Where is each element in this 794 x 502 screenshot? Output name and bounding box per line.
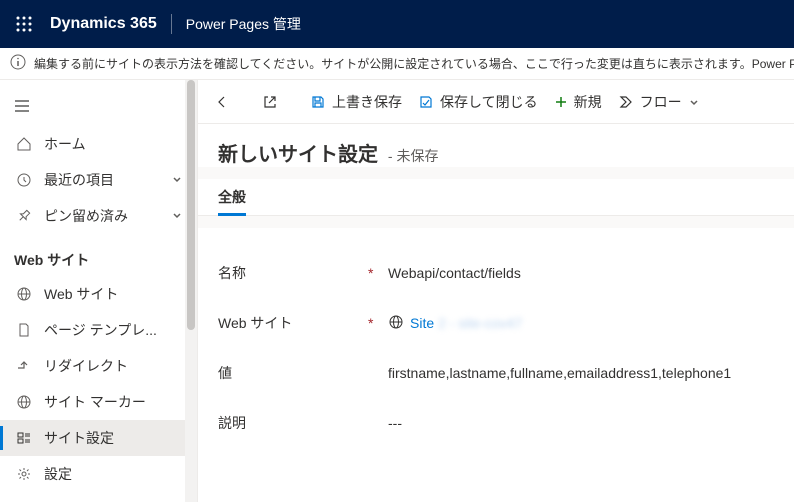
button-label: 上書き保存 <box>332 92 402 112</box>
nav-settings[interactable]: 設定 <box>0 456 197 492</box>
button-label: 保存して閉じる <box>440 92 538 112</box>
chevron-down-icon <box>688 96 700 108</box>
field-website[interactable]: Web サイト * Site 2 - site-cov47 <box>218 298 794 348</box>
top-bar: Dynamics 365 Power Pages 管理 <box>0 0 794 48</box>
back-button[interactable] <box>206 86 244 118</box>
sidebar: ホーム 最近の項目 ピン留め済み Web サイト Web サイト ページ テンプ… <box>0 80 198 502</box>
field-label: Web サイト <box>218 313 368 333</box>
page-subtitle: - 未保存 <box>388 148 439 164</box>
globe-icon <box>388 314 404 333</box>
info-icon <box>10 54 26 73</box>
sidebar-scrollbar[interactable] <box>185 80 197 502</box>
nav-websites[interactable]: Web サイト <box>0 276 197 312</box>
field-label: 名称 <box>218 263 368 283</box>
save-close-button[interactable]: 保存して閉じる <box>410 86 546 118</box>
chevron-down-icon <box>171 172 183 188</box>
clock-icon <box>14 172 34 188</box>
nav-label: サイト設定 <box>44 428 183 448</box>
new-button[interactable]: 新規 <box>546 86 610 118</box>
info-bar: 編集する前にサイトの表示方法を確認してください。サイトが公開に設定されている場合… <box>0 48 794 80</box>
field-label: 説明 <box>218 413 368 433</box>
save-close-icon <box>418 94 434 110</box>
nav-label: ピン留め済み <box>44 206 171 226</box>
settings-list-icon <box>14 430 34 446</box>
main-content: 上書き保存 保存して閉じる 新規 フロー 新しいサイト設定 - 未保存 全般 名… <box>198 80 794 502</box>
tabs: 全般 <box>198 179 794 216</box>
field-value[interactable]: Site 2 - site-cov47 <box>388 314 794 333</box>
gear-icon <box>14 466 34 482</box>
nav-recent[interactable]: 最近の項目 <box>0 162 197 198</box>
nav-site-markers[interactable]: サイト マーカー <box>0 384 197 420</box>
command-bar: 上書き保存 保存して閉じる 新規 フロー <box>198 80 794 124</box>
button-label: フロー <box>640 92 682 112</box>
nav-site-settings[interactable]: サイト設定 <box>0 420 197 456</box>
hamburger-button[interactable] <box>0 86 197 126</box>
nav-label: 設定 <box>44 464 183 484</box>
page-title: 新しいサイト設定 <box>218 144 378 166</box>
chevron-down-icon <box>171 208 183 224</box>
nav-pinned[interactable]: ピン留め済み <box>0 198 197 234</box>
form-body: 名称 * Webapi/contact/fields Web サイト * Sit… <box>198 228 794 502</box>
lookup-blurred: 2 - site-cov47 <box>438 315 522 331</box>
redirect-icon <box>14 358 34 374</box>
divider <box>171 14 172 34</box>
nav-redirects[interactable]: リダイレクト <box>0 348 197 384</box>
field-name[interactable]: 名称 * Webapi/contact/fields <box>218 248 794 298</box>
button-label: 新規 <box>574 92 602 112</box>
pin-icon <box>14 208 34 224</box>
nav-page-templates[interactable]: ページ テンプレ... <box>0 312 197 348</box>
brand-label[interactable]: Dynamics 365 <box>50 15 157 33</box>
field-value[interactable]: Webapi/contact/fields <box>388 265 794 281</box>
nav-group-header: Web サイト <box>0 240 197 276</box>
save-button[interactable]: 上書き保存 <box>302 86 410 118</box>
field-description[interactable]: 説明 --- <box>218 398 794 448</box>
info-text: 編集する前にサイトの表示方法を確認してください。サイトが公開に設定されている場合… <box>34 55 794 72</box>
open-new-window-button[interactable] <box>254 86 292 118</box>
save-icon <box>310 94 326 110</box>
field-value[interactable]: --- <box>388 415 794 431</box>
nav-label: サイト マーカー <box>44 392 183 412</box>
nav-label: Web サイト <box>44 284 183 304</box>
nav-label: ホーム <box>44 134 183 154</box>
page-icon <box>14 322 34 338</box>
globe-icon <box>14 286 34 302</box>
nav-label: リダイレクト <box>44 356 183 376</box>
nav-label: 最近の項目 <box>44 170 171 190</box>
plus-icon <box>554 95 568 109</box>
field-label: 値 <box>218 363 368 383</box>
home-icon <box>14 136 34 152</box>
form-header: 新しいサイト設定 - 未保存 <box>198 124 794 167</box>
tab-general[interactable]: 全般 <box>218 179 246 215</box>
required-icon: * <box>368 265 378 281</box>
back-icon <box>214 94 230 110</box>
nav-label: ページ テンプレ... <box>44 320 183 340</box>
flow-button[interactable]: フロー <box>610 86 714 118</box>
app-name-label[interactable]: Power Pages 管理 <box>186 14 301 34</box>
lookup-text: Site <box>410 315 434 331</box>
app-launcher-icon[interactable] <box>8 8 40 40</box>
globe-icon <box>14 394 34 410</box>
flow-icon <box>618 94 634 110</box>
popout-icon <box>262 94 278 110</box>
nav-home[interactable]: ホーム <box>0 126 197 162</box>
required-icon: * <box>368 315 378 331</box>
field-value-row[interactable]: 値 firstname,lastname,fullname,emailaddre… <box>218 348 794 398</box>
field-value[interactable]: firstname,lastname,fullname,emailaddress… <box>388 365 794 381</box>
